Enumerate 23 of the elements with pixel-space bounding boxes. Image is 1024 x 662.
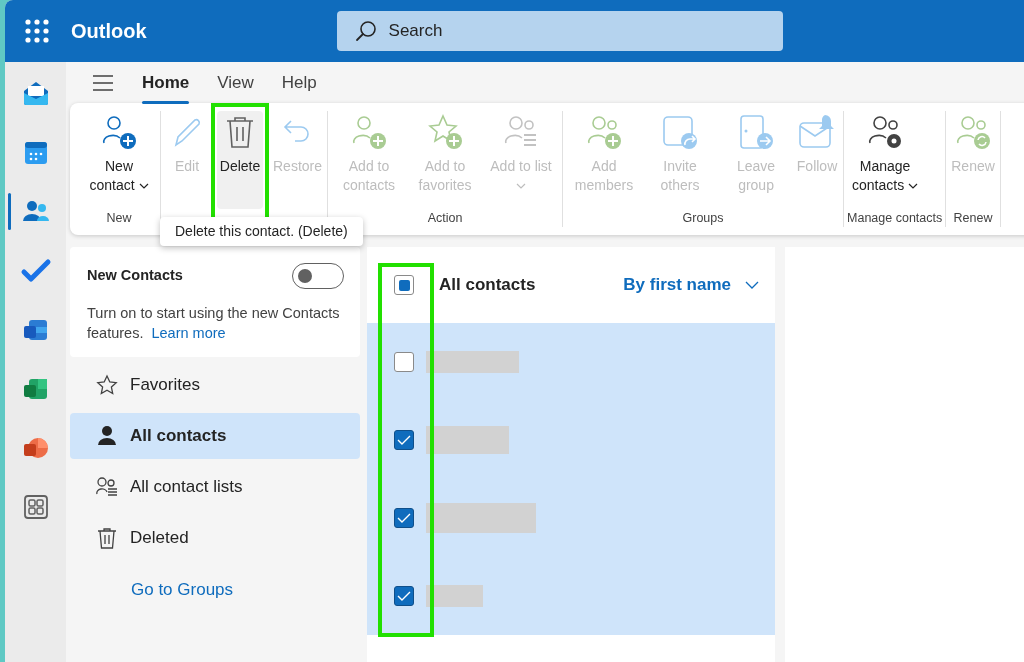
promo-title: New Contacts (87, 266, 183, 286)
ribbon-button[interactable]: New contact (81, 111, 157, 209)
nav-item[interactable]: Deleted (70, 515, 360, 561)
nav-item[interactable]: All contact lists (70, 464, 360, 510)
sort-dropdown[interactable]: By first name (623, 272, 759, 298)
learn-more-link[interactable]: Learn more (151, 325, 226, 341)
tab[interactable]: View (217, 65, 254, 100)
tab[interactable]: Help (281, 65, 317, 100)
promo-text: Turn on to start using the new Contacts features. Learn more (87, 304, 341, 343)
search-field[interactable]: Search (336, 11, 783, 51)
app-name: Outlook (71, 19, 147, 44)
list-title: All contacts (439, 274, 536, 297)
tooltip: Delete this contact. (Delete) (160, 217, 363, 246)
nav-item[interactable]: All contacts (70, 413, 360, 459)
go-to-groups-link[interactable]: Go to Groups (131, 577, 360, 603)
group-label: Renew (952, 210, 994, 227)
nav-item[interactable]: Favorites (70, 362, 360, 408)
group-label: Groups (681, 210, 725, 227)
group-label: New (105, 210, 133, 227)
group-label: Manage contacts (847, 210, 943, 227)
ribbon-button[interactable]: Delete (217, 111, 263, 209)
ribbon-button[interactable]: Manage contacts (847, 111, 924, 209)
group-label: Action (426, 210, 464, 227)
